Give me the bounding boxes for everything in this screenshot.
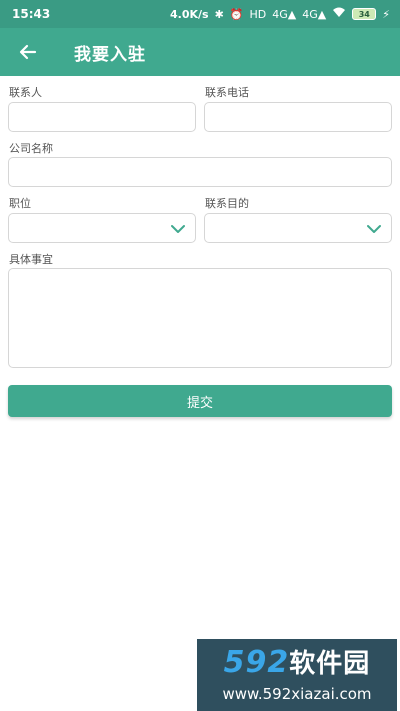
contact-input[interactable]: [8, 102, 196, 132]
wifi-icon: [332, 7, 346, 21]
bluetooth-icon: ✱: [214, 7, 224, 21]
position-label: 职位: [9, 197, 31, 210]
charging-icon: ⚡: [382, 7, 390, 21]
watermark-number: 592: [223, 645, 290, 680]
contact-label: 联系人: [9, 86, 42, 99]
status-bar: 15:43 4.0K/s ✱ ⏰ HD 4G▲ 4G▲ 34 ⚡: [0, 0, 400, 28]
phone-label: 联系电话: [205, 86, 249, 99]
position-select[interactable]: [8, 213, 196, 243]
battery-icon: 34: [352, 8, 377, 20]
arrow-left-icon: [19, 44, 37, 60]
page-title: 我要入驻: [74, 44, 146, 65]
company-label: 公司名称: [9, 142, 53, 155]
network-speed: 4.0K/s: [170, 7, 209, 21]
phone-input[interactable]: [204, 102, 392, 132]
details-label: 具体事宜: [9, 253, 53, 266]
purpose-label: 联系目的: [205, 197, 249, 210]
company-input[interactable]: [8, 157, 392, 187]
status-time: 15:43: [12, 7, 51, 21]
app-bar: 我要入驻: [0, 28, 400, 76]
chevron-down-icon: [171, 225, 185, 233]
status-icons: 4.0K/s ✱ ⏰ HD 4G▲ 4G▲ 34 ⚡: [170, 7, 390, 21]
details-textarea[interactable]: [8, 268, 392, 368]
back-button[interactable]: [8, 28, 48, 76]
hd-badge: HD: [249, 7, 267, 21]
chevron-down-icon: [367, 225, 381, 233]
signal-icon-2: 4G▲: [302, 7, 327, 21]
alarm-icon: ⏰: [229, 7, 244, 21]
watermark-cn-text: 软件园: [289, 649, 371, 679]
watermark-url: www.592xiazai.com: [222, 685, 372, 703]
purpose-select[interactable]: [204, 213, 392, 243]
submit-button[interactable]: 提交: [8, 385, 392, 417]
watermark-logo: 592软件园 www.592xiazai.com: [197, 639, 397, 711]
signal-icon-1: 4G▲: [272, 7, 297, 21]
